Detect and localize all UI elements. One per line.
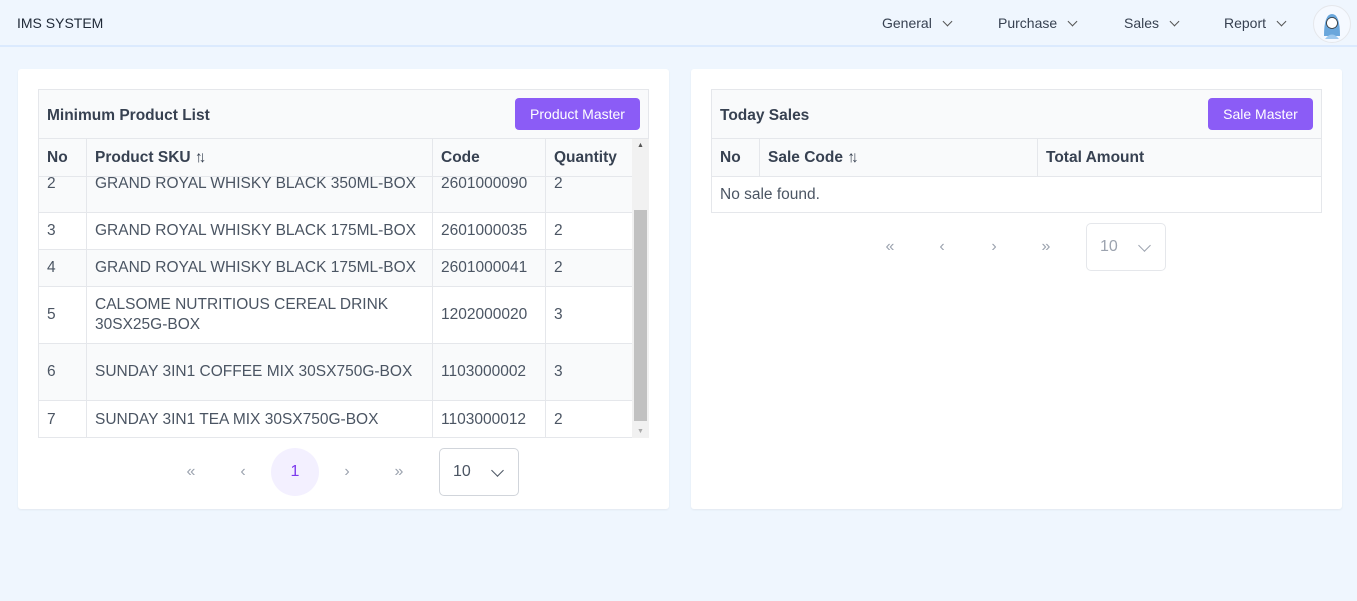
pagination: « ‹ › » 10 (864, 223, 1166, 271)
top-navbar: IMS SYSTEM General Purchase Sales Report (0, 0, 1357, 47)
nav-label: Report (1224, 15, 1267, 31)
cell-code: 1103000002 (433, 344, 546, 400)
nav-purchase[interactable]: Purchase (998, 15, 1078, 31)
scrollbar-thumb[interactable] (634, 210, 647, 421)
col-no: No (712, 139, 760, 176)
vertical-scrollbar[interactable]: ▲ ▼ (632, 139, 649, 438)
scroll-down-icon[interactable]: ▼ (632, 428, 649, 435)
nav-sales[interactable]: Sales (1124, 15, 1180, 31)
empty-message: No sale found. (720, 186, 820, 203)
nav-label: General (882, 15, 932, 31)
chevron-down-icon (1276, 16, 1287, 26)
table-row: 7 SUNDAY 3IN1 TEA MIX 30SX750G-BOX 1103000… (39, 401, 632, 438)
avatar-icon (1324, 14, 1340, 39)
minimum-product-card: Minimum Product List Product Master No P… (18, 69, 669, 509)
table-title-bar: Minimum Product List Product Master (39, 90, 648, 139)
cell-no: 3 (39, 213, 87, 249)
table-row: 3 GRAND ROYAL WHISKY BLACK 175ML-BOX 26010… (39, 213, 632, 250)
col-no: No (39, 139, 87, 176)
prev-page-button[interactable]: ‹ (217, 448, 269, 496)
cell-qty: 2 (554, 177, 563, 192)
next-page-button[interactable]: › (968, 223, 1020, 271)
table-body[interactable]: 2 GRAND ROYAL WHISKY BLACK 350ML-BOX 26010… (39, 177, 632, 438)
cell-sku: GRAND ROYAL WHISKY BLACK 175ML-BOX (87, 250, 433, 286)
col-quantity: Quantity (554, 148, 617, 166)
product-master-button[interactable]: Product Master (515, 98, 640, 130)
sort-icon: ↑↓ (194, 148, 206, 166)
col-sale-code[interactable]: Sale Code ↑↓ (760, 139, 1038, 176)
cell-qty: 3 (554, 306, 563, 323)
chevron-down-icon (1169, 16, 1180, 26)
cell-qty: 2 (554, 222, 563, 239)
brand-title: IMS SYSTEM (17, 15, 104, 31)
cell-no: 4 (39, 250, 87, 286)
cell-code: 1103000012 (433, 401, 546, 438)
today-sales-table: Today Sales Sale Master No Sale Code ↑↓ … (711, 89, 1322, 213)
cell-code: 2601000035 (433, 213, 546, 249)
first-page-button[interactable]: « (864, 223, 916, 271)
today-sales-card: Today Sales Sale Master No Sale Code ↑↓ … (691, 69, 1342, 509)
next-page-button[interactable]: › (321, 448, 373, 496)
card-title: Minimum Product List (47, 107, 210, 124)
table-header-row: No Sale Code ↑↓ Total Amount (712, 139, 1321, 177)
cell-no: 2 (39, 177, 87, 212)
prev-page-button[interactable]: ‹ (916, 223, 968, 271)
table-row: 5 CALSOME NUTRITIOUS CEREAL DRINK 30SX25G… (39, 287, 632, 344)
card-title: Today Sales (720, 107, 810, 124)
cell-no: 6 (39, 344, 87, 400)
first-page-button[interactable]: « (165, 448, 217, 496)
col-total-amount: Total Amount (1046, 148, 1145, 166)
last-page-button[interactable]: » (1020, 223, 1072, 271)
chevron-down-icon (490, 463, 504, 477)
cell-sku: GRAND ROYAL WHISKY BLACK 175ML-BOX (87, 213, 433, 249)
nav-report[interactable]: Report (1224, 15, 1287, 31)
cell-qty: 2 (554, 259, 563, 276)
chevron-down-icon (942, 16, 953, 26)
col-label: Sale Code (768, 148, 843, 166)
cell-sku: SUNDAY 3IN1 COFFEE MIX 30SX750G-BOX (87, 344, 433, 400)
nav-label: Sales (1124, 15, 1160, 31)
cell-no: 5 (39, 287, 87, 343)
cell-code: 2601000090 (433, 177, 546, 212)
nav-label: Purchase (998, 15, 1058, 31)
sort-icon: ↑↓ (847, 148, 858, 166)
cell-sku: SUNDAY 3IN1 TEA MIX 30SX750G-BOX (87, 401, 433, 438)
table-header-row: No Product SKU ↑↓ Code Quantity (39, 139, 632, 177)
cell-sku: GRAND ROYAL WHISKY BLACK 350ML-BOX (87, 177, 433, 212)
page-1-button[interactable]: 1 (271, 448, 319, 496)
table-row: 4 GRAND ROYAL WHISKY BLACK 175ML-BOX 26010… (39, 250, 632, 287)
cell-sku: CALSOME NUTRITIOUS CEREAL DRINK 30SX25G-… (87, 287, 433, 343)
per-page-select[interactable]: 10 (439, 448, 519, 496)
user-avatar[interactable] (1313, 5, 1351, 43)
table-title-bar: Today Sales Sale Master (712, 90, 1321, 139)
pagination: « ‹ 1 › » 10 (165, 448, 519, 496)
cell-no: 7 (39, 401, 87, 438)
cell-code: 2601000041 (433, 250, 546, 286)
chevron-down-icon (1137, 238, 1151, 252)
col-label: Product SKU (95, 148, 191, 166)
cell-qty: 3 (554, 363, 563, 380)
table-row: 6 SUNDAY 3IN1 COFFEE MIX 30SX750G-BOX 1103… (39, 344, 632, 401)
table-row: 2 GRAND ROYAL WHISKY BLACK 350ML-BOX 26010… (39, 177, 632, 213)
cell-qty: 2 (554, 410, 563, 428)
col-product-sku[interactable]: Product SKU ↑↓ (87, 139, 433, 176)
per-page-select[interactable]: 10 (1086, 223, 1166, 271)
per-page-value: 10 (1100, 238, 1118, 255)
sale-master-button[interactable]: Sale Master (1208, 98, 1313, 130)
scroll-up-icon[interactable]: ▲ (632, 142, 649, 149)
last-page-button[interactable]: » (373, 448, 425, 496)
per-page-value: 10 (453, 463, 471, 480)
col-code: Code (433, 139, 546, 176)
nav-general[interactable]: General (882, 15, 953, 31)
minimum-product-table: Minimum Product List Product Master No P… (38, 89, 649, 438)
chevron-down-icon (1067, 16, 1078, 26)
cell-code: 1202000020 (433, 287, 546, 343)
